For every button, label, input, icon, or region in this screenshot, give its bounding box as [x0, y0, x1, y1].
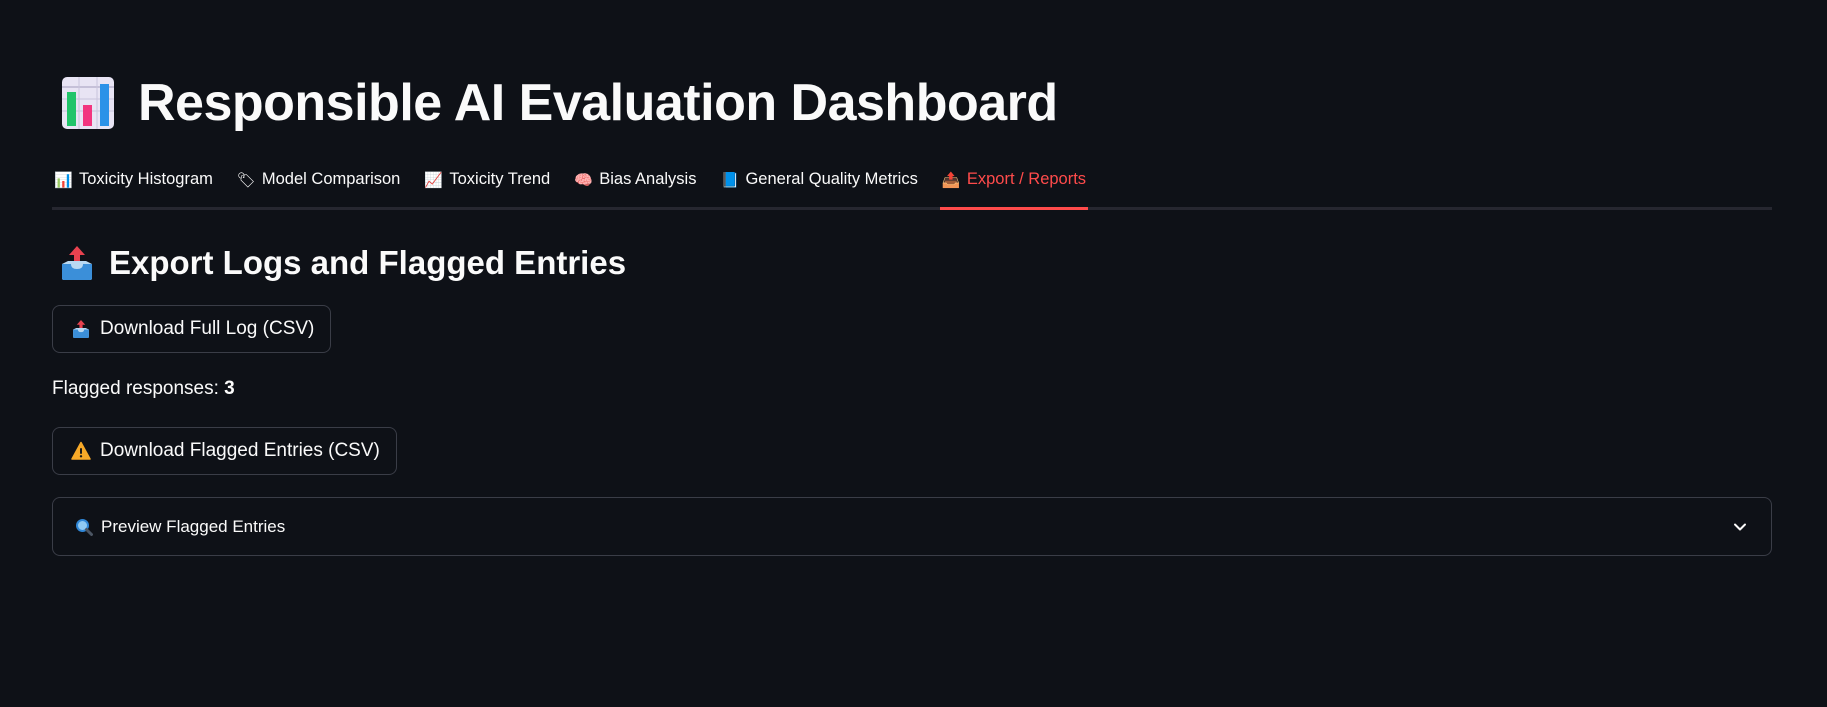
tab-model-comparison[interactable]: 🏷 Model Comparison	[235, 160, 402, 199]
bar-chart-icon: 📊	[54, 171, 73, 189]
tab-label: Toxicity Trend	[449, 170, 551, 188]
download-flagged-entries-label: Download Flagged Entries (CSV)	[100, 440, 380, 461]
tab-general-quality-metrics[interactable]: 📘 General Quality Metrics	[718, 160, 919, 199]
download-flagged-entries-button[interactable]: Download Flagged Entries (CSV)	[52, 427, 397, 475]
outbox-tray-icon	[60, 244, 94, 282]
label-tag-icon: 🏷	[236, 171, 256, 189]
tab-label: Bias Analysis	[599, 170, 697, 188]
chevron-down-icon[interactable]	[1731, 518, 1749, 536]
tab-bias-analysis[interactable]: 🧠 Bias Analysis	[572, 160, 698, 199]
outbox-tray-icon: 📤	[941, 171, 961, 189]
tab-label: Toxicity Histogram	[79, 170, 213, 188]
tab-bar: 📊 Toxicity Histogram 🏷 Model Comparison …	[52, 160, 1772, 210]
download-full-log-button[interactable]: Download Full Log (CSV)	[52, 305, 332, 353]
preview-flagged-entries-expander[interactable]: Preview Flagged Entries	[52, 497, 1772, 556]
brain-icon: 🧠	[574, 171, 593, 189]
trend-chart-icon: 📈	[424, 171, 444, 189]
outbox-tray-icon	[71, 319, 91, 339]
magnifier-icon	[75, 518, 93, 536]
tab-toxicity-trend[interactable]: 📈 Toxicity Trend	[422, 160, 552, 199]
warning-icon	[71, 441, 91, 461]
flagged-responses-label: Flagged responses:	[52, 378, 225, 399]
flagged-responses-text: Flagged responses: 3	[52, 378, 235, 400]
tab-label: Model Comparison	[261, 170, 401, 188]
page-title: Responsible AI Evaluation Dashboard	[60, 70, 1058, 136]
section-heading-text: Export Logs and Flagged Entries	[109, 244, 627, 281]
download-full-log-label: Download Full Log (CSV)	[100, 318, 315, 339]
tab-label: General Quality Metrics	[745, 170, 918, 188]
tab-export-reports[interactable]: 📤 Export / Reports	[939, 160, 1089, 210]
flagged-responses-count: 3	[224, 378, 235, 399]
section-heading: Export Logs and Flagged Entries	[60, 238, 626, 288]
tab-toxicity-histogram[interactable]: 📊 Toxicity Histogram	[52, 160, 215, 199]
page-title-text: Responsible AI Evaluation Dashboard	[138, 74, 1058, 132]
tab-label: Export / Reports	[966, 170, 1087, 188]
expander-label: Preview Flagged Entries	[101, 516, 286, 536]
blue-book-icon: 📘	[720, 171, 740, 189]
bar-chart-icon	[60, 75, 116, 131]
